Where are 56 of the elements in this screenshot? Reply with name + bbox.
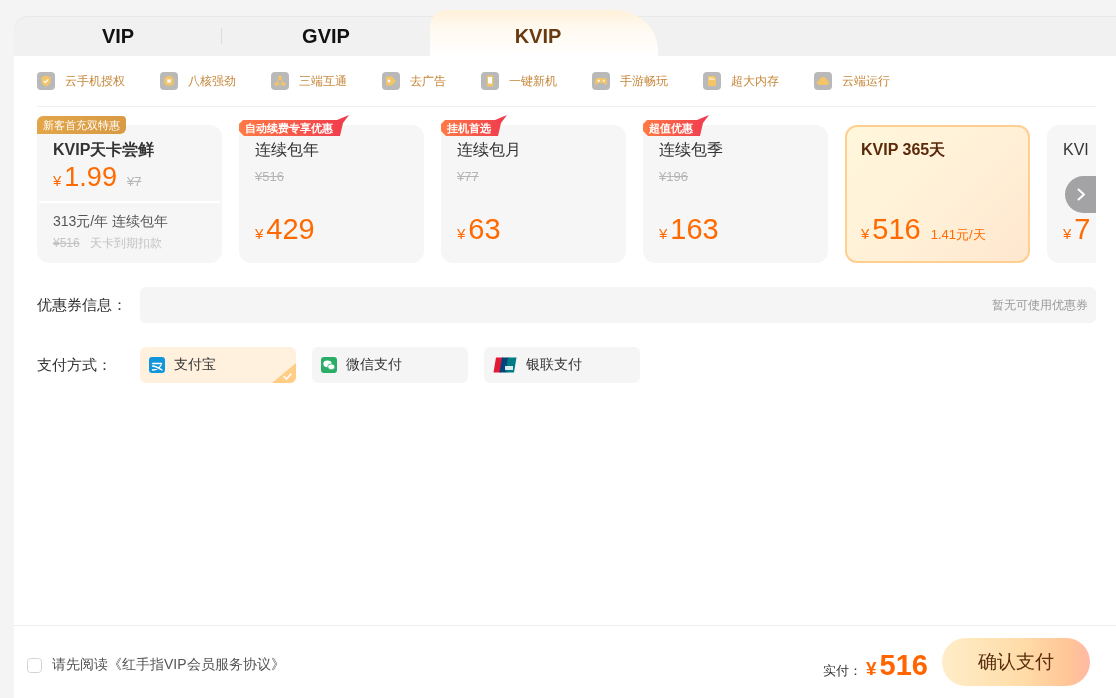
promo-badge: 自动续费专享优惠 bbox=[239, 115, 349, 136]
plan-price: ¥429 bbox=[255, 212, 315, 247]
total-price: ¥516 bbox=[866, 648, 928, 682]
feature-label: 八核强劲 bbox=[188, 72, 236, 90]
payment-option[interactable]: 支付宝 bbox=[140, 347, 296, 383]
check-corner-icon bbox=[272, 363, 296, 383]
plan-title: KVI bbox=[1063, 140, 1089, 160]
payment-option[interactable]: 银联支付 bbox=[484, 347, 640, 383]
payment-option[interactable]: 微信支付 bbox=[312, 347, 468, 383]
plan-price: ¥516 bbox=[861, 212, 921, 247]
promo-badge: 新客首充双特惠 bbox=[37, 116, 126, 134]
shield-check-icon bbox=[37, 72, 55, 90]
plan-title: KVIP天卡尝鲜 bbox=[53, 140, 155, 160]
plan-price: ¥7 bbox=[1063, 212, 1091, 247]
feature-label: 一键新机 bbox=[509, 72, 557, 90]
plan-title: 连续包月 bbox=[457, 140, 521, 160]
feature-label: 超大内存 bbox=[731, 72, 779, 90]
original-price: ¥7 bbox=[126, 174, 142, 189]
total-label: 实付： bbox=[823, 661, 863, 680]
original-price: ¥196 bbox=[659, 168, 688, 186]
plan-card[interactable]: KVIP 365天 ¥516 1.41元/天 bbox=[845, 125, 1030, 263]
plan-tab[interactable]: GVIP bbox=[222, 16, 430, 56]
agreement-text: 请先阅读《红手指VIP会员服务协议》 bbox=[52, 656, 285, 674]
alipay-logo-icon bbox=[149, 357, 165, 373]
daily-price: 1.41元/天 bbox=[930, 226, 986, 244]
chip-icon bbox=[160, 72, 178, 90]
feature-label: 三端互通 bbox=[299, 72, 347, 90]
feature-label: 云手机授权 bbox=[65, 72, 125, 90]
renewal-text: 313元/年 连续包年 bbox=[53, 212, 169, 231]
feature-label: 去广告 bbox=[410, 72, 446, 90]
wechat-logo-icon bbox=[321, 357, 337, 373]
phone-icon bbox=[481, 72, 499, 90]
unionpay-logo-icon bbox=[493, 357, 517, 373]
cloud-icon bbox=[814, 72, 832, 90]
plan-price: ¥63 bbox=[457, 212, 501, 247]
plan-title: 连续包季 bbox=[659, 140, 723, 160]
plan-price: ¥1.99 bbox=[53, 162, 117, 194]
promo-badge: 挂机首选 bbox=[441, 115, 507, 136]
confirm-pay-button[interactable]: 确认支付 bbox=[942, 638, 1090, 686]
memory-card-icon bbox=[703, 72, 721, 90]
plan-title: 连续包年 bbox=[255, 140, 319, 160]
gamepad-icon bbox=[592, 72, 610, 90]
feature-label: 手游畅玩 bbox=[620, 72, 668, 90]
payment-label: 支付方式： bbox=[37, 355, 113, 375]
agreement-checkbox[interactable] bbox=[27, 657, 42, 673]
nodes-icon bbox=[271, 72, 289, 90]
original-price: ¥77 bbox=[457, 168, 479, 186]
tag-icon bbox=[382, 72, 400, 90]
coupon-label: 优惠券信息： bbox=[37, 295, 128, 315]
promo-badge: 超值优惠 bbox=[643, 115, 709, 136]
original-price: ¥516 bbox=[255, 168, 284, 186]
feature-label: 云端运行 bbox=[842, 72, 890, 90]
chevron-right-icon bbox=[1077, 188, 1086, 201]
plan-tab[interactable]: KVIP bbox=[430, 10, 658, 56]
plan-title: KVIP 365天 bbox=[861, 140, 946, 160]
plan-price: ¥163 bbox=[659, 212, 719, 247]
